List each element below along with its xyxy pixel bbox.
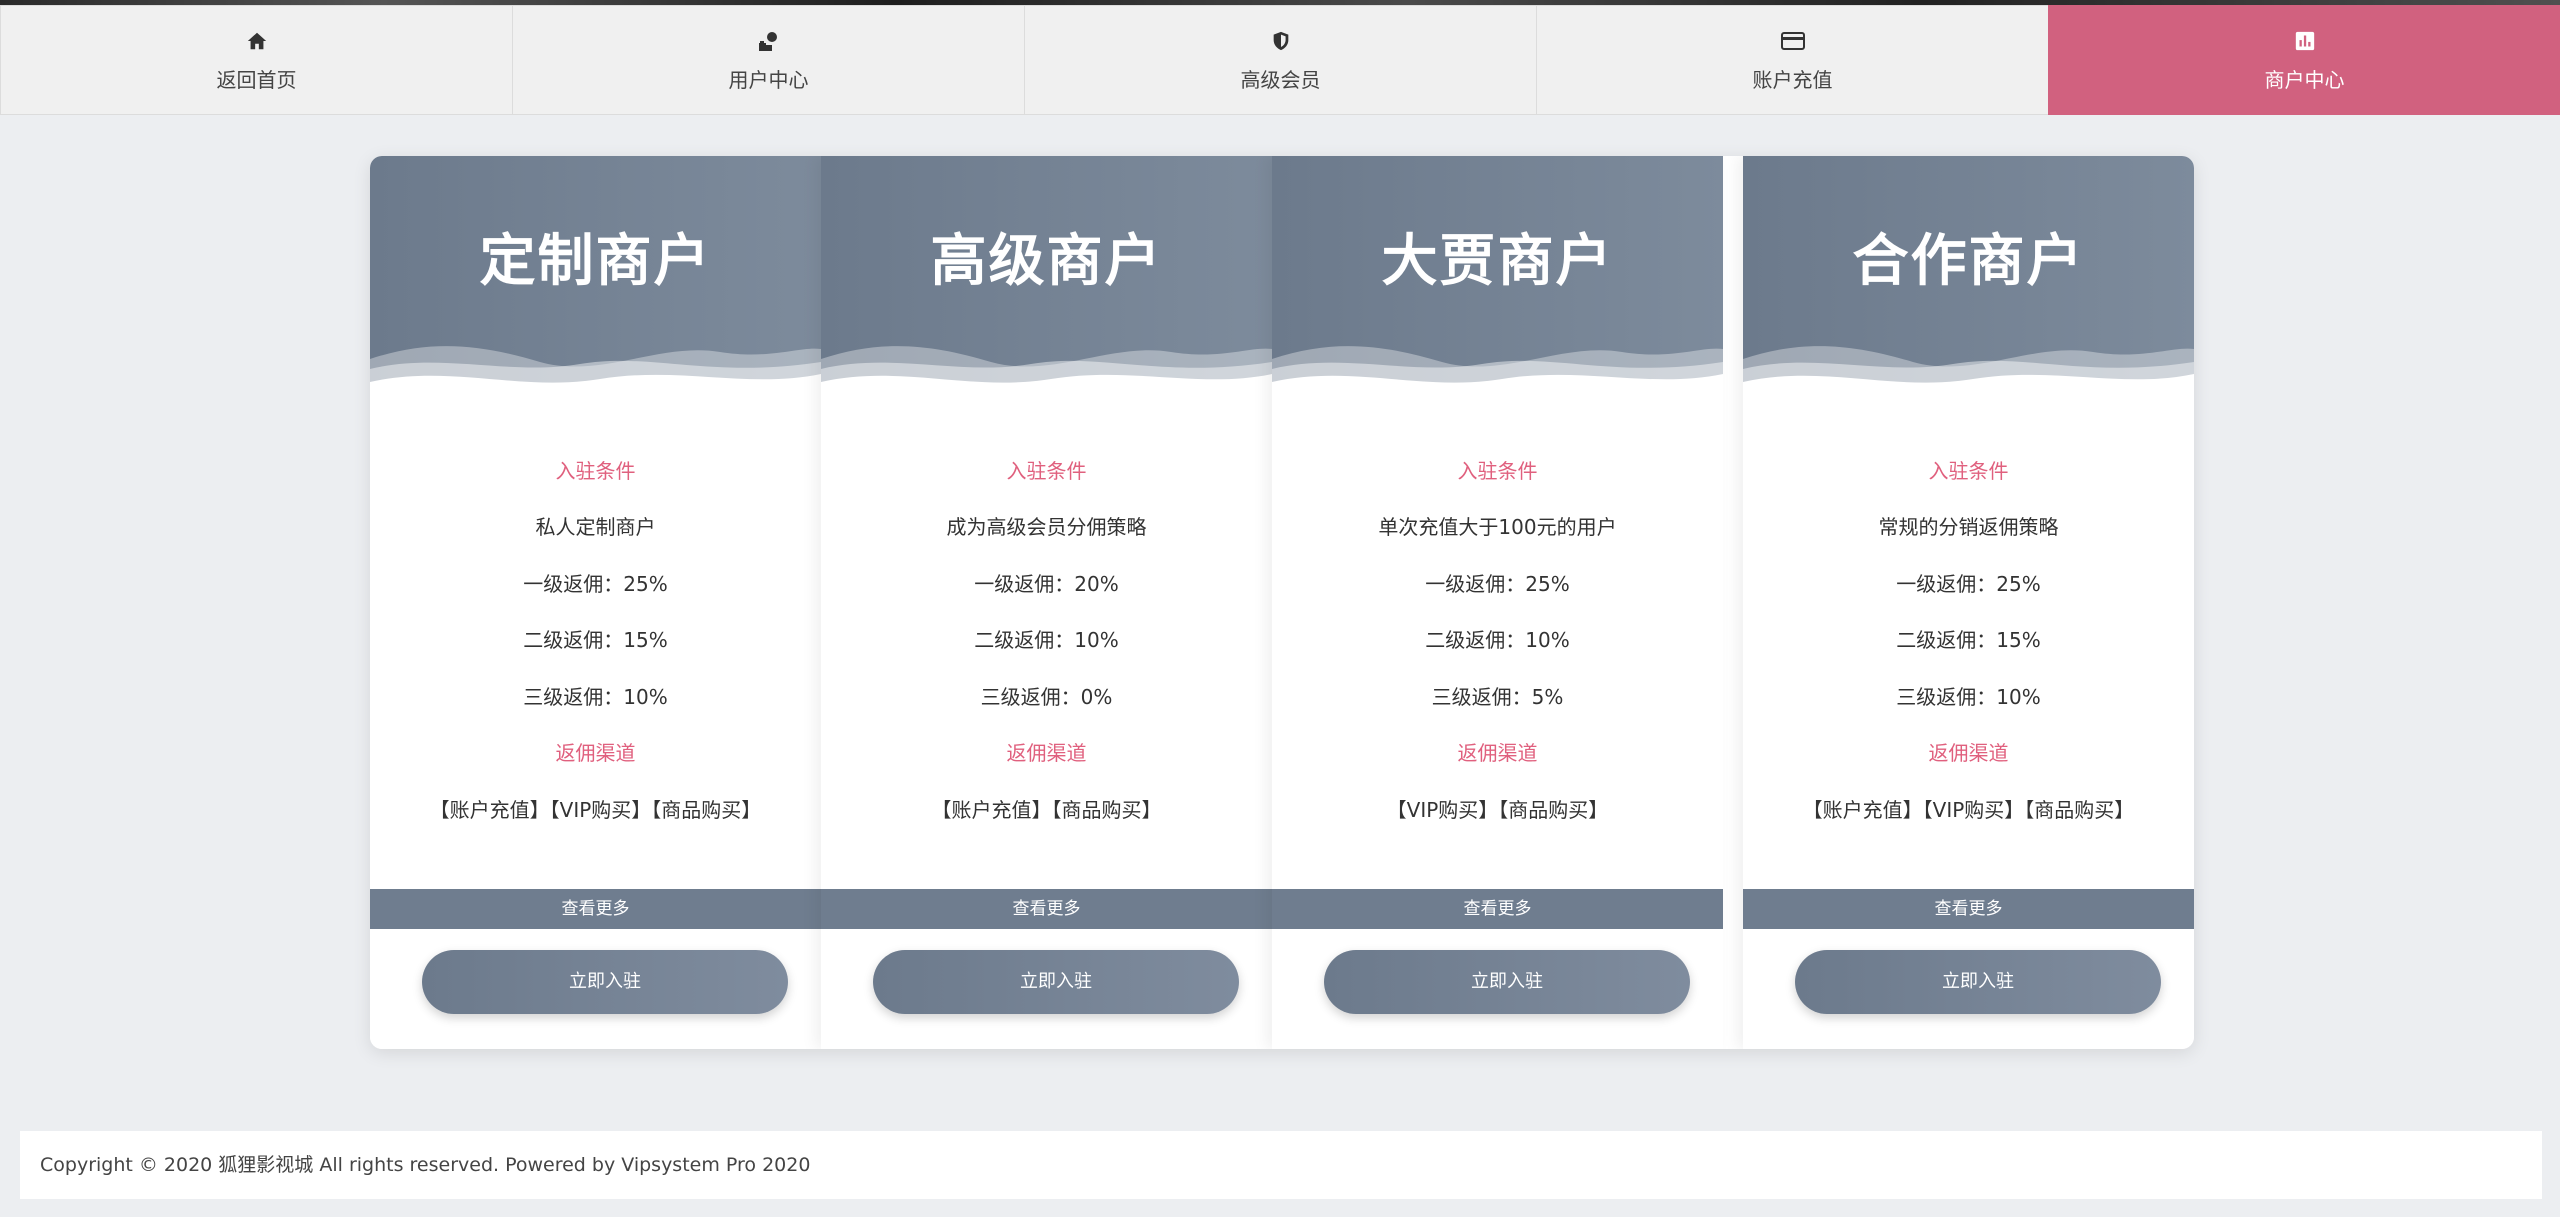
nav-label: 用户中心 bbox=[728, 67, 809, 92]
nav-label: 高级会员 bbox=[1240, 67, 1321, 92]
condition-text: 私人定制商户 bbox=[535, 515, 656, 539]
nav-label: 账户充值 bbox=[1752, 67, 1833, 92]
channel-label: 返佣渠道 bbox=[1928, 741, 2009, 765]
view-more-button[interactable]: 查看更多 bbox=[1743, 889, 2194, 929]
card-header: 定制商户 bbox=[370, 156, 821, 404]
level1-commission: 一级返佣：25% bbox=[523, 572, 668, 596]
card-header: 大贾商户 bbox=[1272, 156, 1723, 404]
channel-list: 【VIP购买】【商品购买】 bbox=[1386, 798, 1609, 822]
join-now-button[interactable]: 立即入驻 bbox=[873, 950, 1239, 1014]
card-header: 合作商户 bbox=[1743, 156, 2194, 404]
merchant-card-big-trader: 大贾商户 入驻条件 单次充值大于100元的用户 一级返佣：25% 二级返佣：10… bbox=[1272, 156, 1723, 1049]
wave-decoration bbox=[1743, 346, 2194, 404]
level2-commission: 二级返佣：15% bbox=[523, 628, 668, 652]
condition-text: 单次充值大于100元的用户 bbox=[1378, 515, 1617, 539]
level3-commission: 三级返佣：10% bbox=[1896, 685, 2041, 709]
user-center-icon bbox=[756, 28, 782, 54]
top-nav: 返回首页 用户中心 高级会员 账户充值 商户中心 bbox=[0, 5, 2560, 115]
channel-list: 【账户充值】【VIP购买】【商品购买】 bbox=[1802, 798, 2135, 822]
home-icon bbox=[244, 28, 270, 54]
channel-label: 返佣渠道 bbox=[555, 741, 636, 765]
condition-label: 入驻条件 bbox=[1457, 459, 1538, 483]
channel-list: 【账户充值】【VIP购买】【商品购买】 bbox=[429, 798, 762, 822]
card-title: 定制商户 bbox=[479, 229, 712, 294]
condition-text: 成为高级会员分佣策略 bbox=[946, 515, 1147, 539]
view-more-button[interactable]: 查看更多 bbox=[370, 889, 821, 929]
footer: Copyright © 2020 狐狸影视城 All rights reserv… bbox=[20, 1131, 2542, 1199]
condition-text: 常规的分销返佣策略 bbox=[1878, 515, 2059, 539]
condition-label: 入驻条件 bbox=[1928, 459, 2009, 483]
wave-decoration bbox=[1272, 346, 1723, 404]
nav-item-merchant-center[interactable]: 商户中心 bbox=[2048, 5, 2560, 115]
condition-label: 入驻条件 bbox=[1006, 459, 1087, 483]
wave-decoration bbox=[821, 346, 1272, 404]
merchant-card-partner: 合作商户 入驻条件 常规的分销返佣策略 一级返佣：25% 二级返佣：15% 三级… bbox=[1743, 156, 2194, 1049]
merchant-card-custom: 定制商户 入驻条件 私人定制商户 一级返佣：25% 二级返佣：15% 三级返佣：… bbox=[370, 156, 821, 1049]
merchant-plans: 定制商户 入驻条件 私人定制商户 一级返佣：25% 二级返佣：15% 三级返佣：… bbox=[370, 156, 2194, 1049]
wave-decoration bbox=[370, 346, 821, 404]
level3-commission: 三级返佣：10% bbox=[523, 685, 668, 709]
card-header: 高级商户 bbox=[821, 156, 1272, 404]
level3-commission: 三级返佣：5% bbox=[1431, 685, 1564, 709]
join-now-button[interactable]: 立即入驻 bbox=[422, 950, 788, 1014]
nav-label: 商户中心 bbox=[2264, 67, 2345, 92]
channel-label: 返佣渠道 bbox=[1006, 741, 1087, 765]
nav-item-user-center[interactable]: 用户中心 bbox=[512, 5, 1024, 115]
credit-card-icon bbox=[1780, 28, 1806, 54]
level1-commission: 一级返佣：25% bbox=[1425, 572, 1570, 596]
nav-item-premium-member[interactable]: 高级会员 bbox=[1024, 5, 1536, 115]
join-now-button[interactable]: 立即入驻 bbox=[1324, 950, 1690, 1014]
chart-icon bbox=[2292, 28, 2318, 54]
merchant-card-premium: 高级商户 入驻条件 成为高级会员分佣策略 一级返佣：20% 二级返佣：10% 三… bbox=[821, 156, 1272, 1049]
view-more-button[interactable]: 查看更多 bbox=[1272, 889, 1723, 929]
condition-label: 入驻条件 bbox=[555, 459, 636, 483]
nav-item-home[interactable]: 返回首页 bbox=[0, 5, 512, 115]
level3-commission: 三级返佣：0% bbox=[980, 685, 1113, 709]
channel-list: 【账户充值】【商品购买】 bbox=[931, 798, 1162, 822]
card-title: 高级商户 bbox=[930, 229, 1163, 294]
level2-commission: 二级返佣：10% bbox=[1425, 628, 1570, 652]
level2-commission: 二级返佣：10% bbox=[974, 628, 1119, 652]
nav-label: 返回首页 bbox=[216, 67, 297, 92]
shield-icon bbox=[1268, 28, 1294, 54]
card-title: 合作商户 bbox=[1852, 229, 2085, 294]
level2-commission: 二级返佣：15% bbox=[1896, 628, 2041, 652]
channel-label: 返佣渠道 bbox=[1457, 741, 1538, 765]
level1-commission: 一级返佣：20% bbox=[974, 572, 1119, 596]
join-now-button[interactable]: 立即入驻 bbox=[1795, 950, 2161, 1014]
level1-commission: 一级返佣：25% bbox=[1896, 572, 2041, 596]
copyright-text: Copyright © 2020 狐狸影视城 All rights reserv… bbox=[40, 1154, 811, 1176]
nav-item-account-recharge[interactable]: 账户充值 bbox=[1536, 5, 2048, 115]
view-more-button[interactable]: 查看更多 bbox=[821, 889, 1272, 929]
card-title: 大贾商户 bbox=[1381, 229, 1614, 294]
